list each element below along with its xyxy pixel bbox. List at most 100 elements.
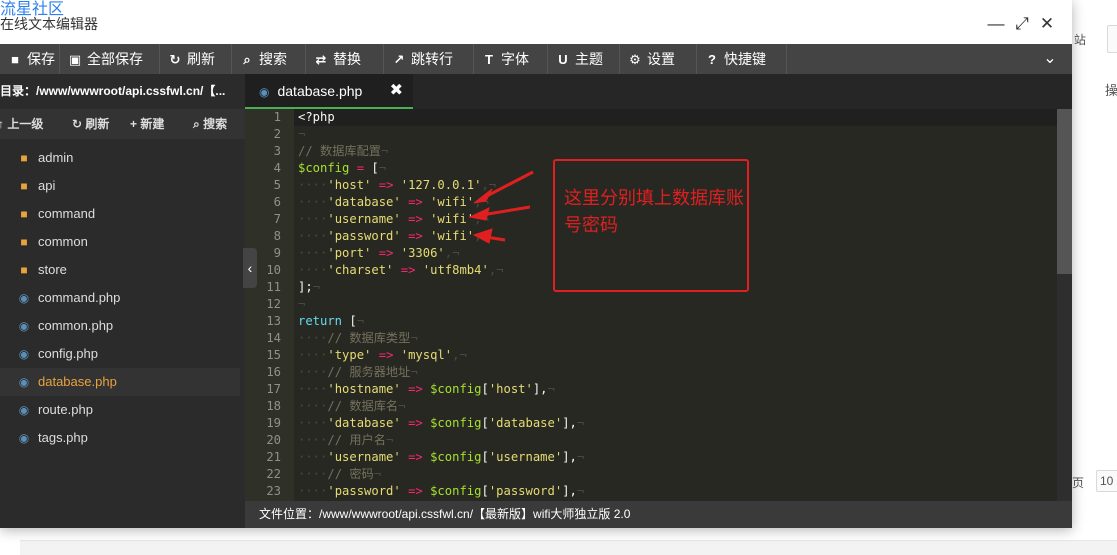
php-file-icon: ◉	[18, 403, 30, 417]
line-number: 22	[266, 467, 281, 481]
code-token: ¬	[312, 280, 321, 294]
line-number: 5	[273, 178, 281, 192]
toolbar-font-button[interactable]: T 字体	[474, 44, 548, 74]
code-token: =>	[393, 263, 423, 277]
sidebar-action-label: 搜索	[203, 117, 228, 131]
code-token: ····	[298, 178, 328, 192]
php-file-icon: ◉	[18, 375, 30, 389]
help-icon: ?	[708, 52, 716, 67]
toolbar-gear-button[interactable]: ⚙ 设置	[620, 44, 697, 74]
code-token: =>	[400, 416, 431, 430]
code-token: 'mysql'	[400, 348, 453, 362]
toolbar-save-all-button[interactable]: ▣ 全部保存	[60, 44, 160, 74]
close-tab-icon[interactable]: ✖	[390, 74, 403, 108]
code-token: ,¬	[481, 178, 497, 192]
collapse-sidebar-button[interactable]: ‹	[243, 248, 257, 288]
tab-database-php[interactable]: ◉ database.php ✖	[245, 74, 413, 109]
chevron-down-icon[interactable]: ⌄	[1028, 44, 1072, 74]
sidebar-action-label: 上一级	[7, 117, 44, 131]
sidebar-actions: ↑ 上一级 ↻ 刷新 + 新建 ⌕ 搜索	[0, 109, 245, 139]
line-number: 20	[266, 433, 281, 447]
code-token: =>	[400, 450, 431, 464]
font-icon: T	[485, 52, 493, 67]
file-item-common-php[interactable]: ◉ common.php	[0, 312, 240, 340]
code-token: $config	[430, 382, 482, 396]
code-token: ¬	[398, 399, 406, 413]
file-item-config-php[interactable]: ◉ config.php	[0, 340, 240, 368]
code-token: =	[349, 161, 372, 175]
code-token: =>	[400, 229, 431, 243]
goto-icon: ↗	[393, 52, 405, 67]
file-item-tags-php[interactable]: ◉ tags.php	[0, 424, 240, 452]
toolbar-refresh-button[interactable]: ↻ 刷新	[160, 44, 232, 74]
code-token: 'type'	[327, 348, 372, 362]
code-token: ],	[562, 484, 577, 498]
toolbar-search-button[interactable]: ⌕ 搜索	[232, 44, 306, 74]
toolbar-goto-button[interactable]: ↗ 跳转行	[384, 44, 474, 74]
code-token: ····	[298, 399, 328, 413]
code-token: =>	[371, 178, 401, 192]
code-line: ····// 数据库名¬	[298, 398, 405, 415]
editor-scrollbar-thumb[interactable]	[1057, 109, 1072, 274]
file-item-admin[interactable]: ■ admin	[0, 144, 240, 172]
code-token: ····	[298, 331, 328, 345]
minimize-button[interactable]: —	[986, 14, 1006, 34]
code-token: =>	[400, 484, 431, 498]
code-line: ····'username' => $config['username'],¬	[298, 449, 584, 466]
toolbar-replace-button[interactable]: ⇄ 替换	[306, 44, 384, 74]
search-icon: ⌕	[243, 52, 251, 67]
file-item-command-php[interactable]: ◉ command.php	[0, 284, 240, 312]
line-number: 13	[266, 314, 281, 328]
line-number: 21	[266, 450, 281, 464]
code-line: ····'password' => $config['password'],¬	[298, 483, 584, 500]
php-file-icon: ◉	[18, 431, 30, 445]
php-file-icon: ◉	[18, 319, 30, 333]
maximize-button[interactable]: ⤢	[1012, 14, 1032, 34]
sidebar-up-button[interactable]: ↑ 上一级	[0, 109, 43, 139]
file-item-api[interactable]: ■ api	[0, 172, 240, 200]
code-token: ];	[298, 280, 313, 294]
close-button[interactable]: ✕	[1037, 14, 1057, 34]
code-token: [	[481, 484, 489, 498]
code-token: // 服务器地址	[327, 365, 411, 379]
code-token: 'charset'	[327, 263, 394, 277]
line-number: 14	[266, 331, 281, 345]
code-token: 'password'	[327, 229, 401, 243]
bg-right-button[interactable]	[1107, 25, 1117, 53]
code-token: ····	[298, 246, 328, 260]
sidebar-plus-button[interactable]: + 新建	[130, 109, 164, 139]
file-item-common[interactable]: ■ common	[0, 228, 240, 256]
bg-pager-value: 10	[1100, 474, 1114, 488]
code-token: ¬	[356, 314, 365, 328]
sidebar-search-button[interactable]: ⌕ 搜索	[193, 109, 227, 139]
file-item-command[interactable]: ■ command	[0, 200, 240, 228]
toolbar-label: 替换	[333, 51, 361, 67]
code-line: <?php	[294, 109, 1057, 126]
code-token: ¬	[378, 161, 387, 175]
code-token: ¬	[576, 416, 585, 430]
file-item-route-php[interactable]: ◉ route.php	[0, 396, 240, 424]
line-number: 17	[266, 382, 281, 396]
code-token: // 密码	[327, 467, 374, 481]
line-number: 1	[273, 110, 281, 124]
code-token: [	[481, 382, 489, 396]
toolbar-theme-button[interactable]: U 主题	[548, 44, 620, 74]
code-line: return [¬	[298, 313, 364, 330]
file-item-database-php[interactable]: ◉ database.php	[0, 368, 240, 396]
code-token: ],	[532, 382, 548, 396]
replace-icon: ⇄	[315, 52, 327, 67]
line-number: 7	[273, 212, 281, 226]
code-token: ····	[298, 416, 328, 430]
toolbar-help-button[interactable]: ? 快捷键	[697, 44, 787, 74]
toolbar-save-button[interactable]: ■ 保存	[0, 44, 60, 74]
code-token: ····	[298, 433, 328, 447]
file-name: common	[38, 234, 88, 249]
file-item-store[interactable]: ■ store	[0, 256, 240, 284]
line-number: 19	[266, 416, 281, 430]
code-token: // 用户名	[327, 433, 386, 447]
editor-window: 流星社区 在线文本编辑器 — ⤢ ✕ ■ 保存 ▣ 全部保存 ↻ 刷新 ⌕ 搜索 ⇄ 替换 ↗ 跳转行…	[0, 0, 1072, 528]
file-name: database.php	[38, 374, 117, 389]
file-name: command	[38, 206, 96, 221]
sidebar-refresh-button[interactable]: ↻ 刷新	[72, 109, 109, 139]
code-token: 'wifi'	[430, 229, 475, 243]
